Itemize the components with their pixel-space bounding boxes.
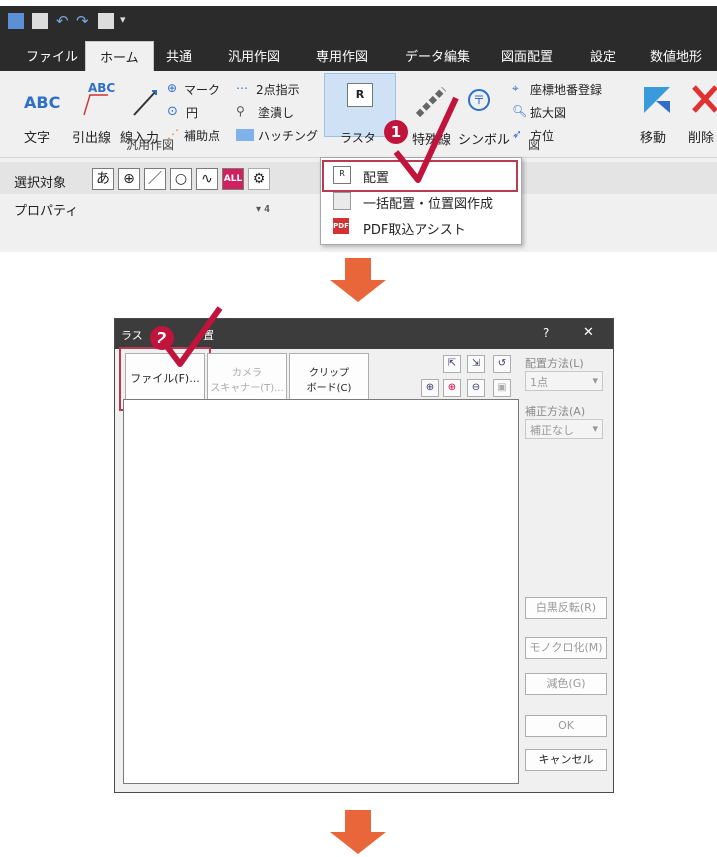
correction-method-label: 補正方法(A) <box>525 405 586 418</box>
help-button[interactable]: ? <box>543 326 549 340</box>
tab-file[interactable]: ファイル <box>26 46 78 65</box>
delete-command[interactable]: 削除 <box>688 127 714 146</box>
close-button[interactable]: ✕ <box>583 325 594 340</box>
checkmark-icon <box>393 96 459 183</box>
bearing-icon: ➶ <box>512 127 523 141</box>
select-circle-button[interactable]: ○ <box>170 168 192 190</box>
group-label-right: 図 <box>528 138 541 152</box>
print-icon[interactable] <box>98 13 114 29</box>
mark-icon: ⊕ <box>167 81 178 95</box>
delete-icon <box>692 85 717 113</box>
fill-icon: ⚲ <box>236 104 245 118</box>
select-text-button[interactable]: あ <box>92 168 114 190</box>
tab-common[interactable]: 共通 <box>166 46 192 65</box>
correction-method-select: 補正なし ▾ <box>525 419 603 439</box>
property-label: プロパティ <box>14 204 79 219</box>
raster-icon: R <box>347 83 373 107</box>
move-command[interactable]: 移動 <box>640 127 666 146</box>
mark-command[interactable]: マーク <box>184 81 220 98</box>
rotate-icon[interactable]: ↺ <box>493 355 511 373</box>
tab-home[interactable]: ホーム <box>85 41 154 71</box>
symbol-icon: 〒 <box>468 89 490 111</box>
scanner-label: スキャナー(T)... <box>210 383 284 394</box>
selection-label: 選択対象 <box>14 176 67 191</box>
quick-access-toolbar: ↶ ↷ ▾ <box>0 6 717 36</box>
move-icon <box>644 87 670 113</box>
clipboard-button[interactable]: クリップ ボード(C) <box>289 353 369 405</box>
arrow-down-1-icon <box>330 280 386 302</box>
reduce-colors-button: 減色(G) <box>525 673 607 695</box>
chevron-down-icon: ▾ <box>592 422 598 435</box>
coord-register-icon: ⌖ <box>512 81 519 95</box>
select-all-button[interactable]: ALL <box>222 168 244 190</box>
ribbon-tabs: ファイル ホーム 共通 汎用作図 専用作図 データ編集 図面配置 設定 数値地形 <box>0 36 717 71</box>
text-tool-icon: ABC <box>24 93 61 112</box>
panel-pin-icon[interactable]: ▾ 𝟒 <box>256 204 270 215</box>
clipboard-label-2: ボード(C) <box>306 383 352 394</box>
fit-width-icon[interactable]: ⇱ <box>443 355 461 373</box>
raster-command[interactable]: ラスタ <box>340 129 376 146</box>
select-curve-button[interactable]: ∿ <box>196 168 218 190</box>
zoom-out-icon[interactable]: ⊖ <box>467 379 485 397</box>
monochrome-button: モノクロ化(M) <box>525 637 607 659</box>
arrow-down-1-stem <box>345 258 371 280</box>
undo-icon[interactable]: ↶ <box>56 13 72 29</box>
tab-special-drawing[interactable]: 専用作図 <box>316 46 368 65</box>
select-line-button[interactable]: ／ <box>144 168 166 190</box>
checkmark-2-icon <box>159 306 223 367</box>
tab-general-drawing[interactable]: 汎用作図 <box>228 46 280 65</box>
image-preview-canvas[interactable] <box>123 399 519 784</box>
circle-icon: ⊙ <box>167 104 178 119</box>
cancel-button[interactable]: キャンセル <box>525 749 607 771</box>
fill-command[interactable]: 塗潰し <box>258 104 294 121</box>
clipboard-label-1: クリップ <box>309 368 349 379</box>
symbol-command[interactable]: シンボル <box>458 129 510 148</box>
ribbon-screenshot: ↶ ↷ ▾ ファイル ホーム 共通 汎用作図 専用作図 データ編集 図面配置 設… <box>0 0 717 252</box>
menu-item-pdf-label: PDF取込アシスト <box>363 223 466 238</box>
arrow-down-2-stem <box>345 810 371 832</box>
select-point-button[interactable]: ⊕ <box>118 168 140 190</box>
fit-height-icon[interactable]: ⇲ <box>467 355 485 373</box>
app-icon <box>8 13 24 29</box>
leader-line-icon <box>83 94 108 116</box>
tab-numeric-terrain[interactable]: 数値地形 <box>650 46 702 65</box>
zoom-view-command[interactable]: 拡大図 <box>530 104 566 121</box>
raster-place-dialog: ラス 置 ? ✕ ファイル(F)... カメラ スキャナー(T)... クリップ… <box>114 318 614 793</box>
two-point-command[interactable]: 2点指示 <box>256 81 300 98</box>
placement-method-value: 1点 <box>530 376 548 389</box>
placement-method-select: 1点 ▾ <box>525 371 603 391</box>
correction-method-value: 補正なし <box>530 424 574 437</box>
zoom-all-icon[interactable]: ⊕ <box>421 379 439 397</box>
chevron-down-icon: ▾ <box>592 374 598 387</box>
placement-method-label: 配置方法(L) <box>525 357 584 370</box>
zoom-in-icon[interactable]: ⊕ <box>443 379 461 397</box>
batch-place-icon <box>333 192 351 210</box>
menu-item-pdf-assist[interactable]: PDF PDF取込アシスト <box>321 214 521 240</box>
arrow-down-2-icon <box>330 832 386 854</box>
dialog-title-part1: ラス <box>121 329 143 342</box>
pdf-icon: PDF <box>333 218 349 234</box>
two-point-icon: ⋯ <box>236 81 248 95</box>
line-input-icon <box>133 90 157 116</box>
qat-customize-icon[interactable]: ▾ <box>120 13 136 29</box>
invert-button: 白黒反転(R) <box>525 597 607 619</box>
menu-item-batch-label: 一括配置・位置図作成 <box>363 197 494 212</box>
ok-button: OK <box>525 715 607 737</box>
circle-command[interactable]: 円 <box>186 104 198 121</box>
window-zoom-icon: ▣ <box>493 379 511 397</box>
save-icon[interactable] <box>32 13 48 29</box>
zoom-view-icon: 🔍︎ <box>512 104 528 118</box>
tab-layout[interactable]: 図面配置 <box>501 46 553 65</box>
selection-settings-icon[interactable]: ⚙ <box>248 168 270 190</box>
tab-settings[interactable]: 設定 <box>590 46 616 65</box>
tab-data-edit[interactable]: データ編集 <box>405 46 470 65</box>
coord-register-command[interactable]: 座標地番登録 <box>530 81 602 98</box>
redo-icon[interactable]: ↷ <box>76 13 92 29</box>
group-label-general-drawing: 汎用作図 <box>125 138 174 152</box>
